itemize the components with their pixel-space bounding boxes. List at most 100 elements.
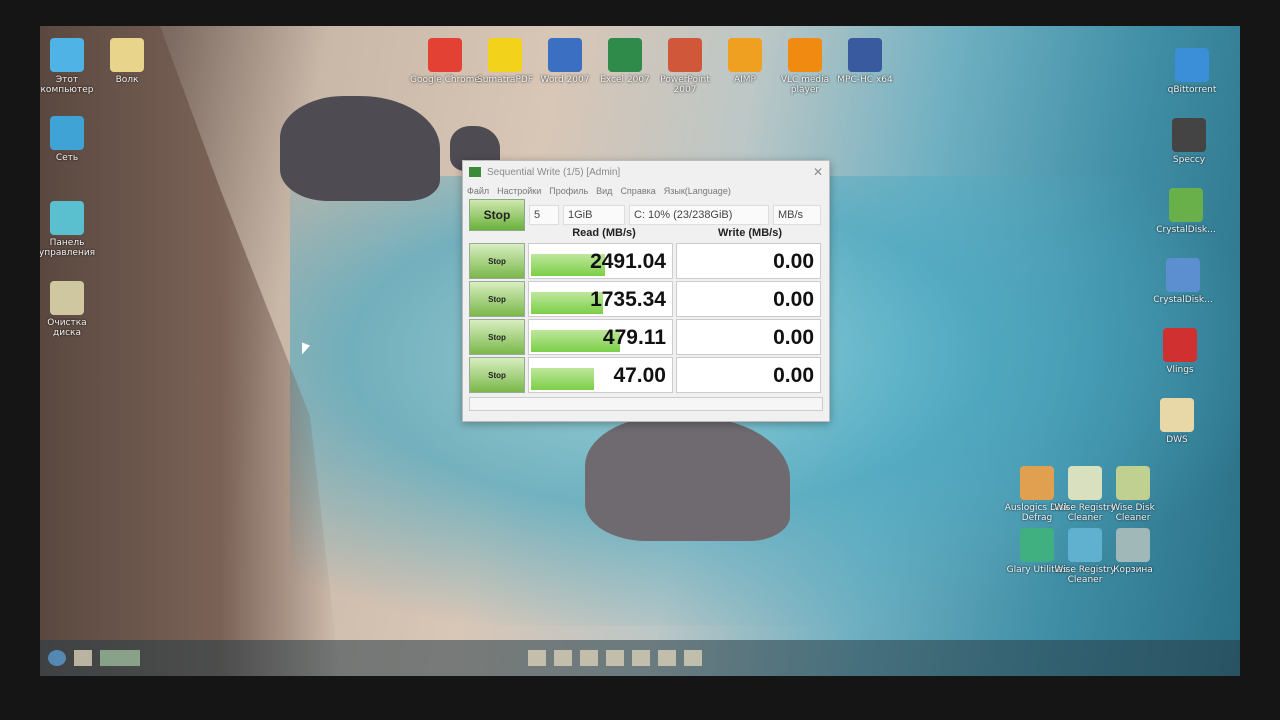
- desktop-icon[interactable]: qBittorrent: [1157, 48, 1227, 95]
- size-select[interactable]: 1GiB: [563, 205, 625, 225]
- app-icon: [50, 116, 84, 150]
- result-row: Stop 47.00 0.00: [463, 357, 829, 393]
- read-result: 1735.34: [528, 281, 673, 317]
- app-icon: [1020, 528, 1054, 562]
- app-icon: [50, 201, 84, 235]
- desktop-icon-label: Очистка диска: [47, 318, 87, 338]
- read-progress-bar: [531, 368, 594, 390]
- app-icon: [1068, 466, 1102, 500]
- desktop-icon[interactable]: MPC-HC x64: [830, 38, 900, 85]
- stop-button[interactable]: Stop: [469, 319, 525, 355]
- desktop-icon[interactable]: Speccy: [1154, 118, 1224, 165]
- menu-language[interactable]: Язык(Language): [664, 186, 731, 196]
- write-value: 0.00: [773, 364, 814, 387]
- title-bar: Sequential Write (1/5) [Admin] ✕: [463, 161, 829, 183]
- app-icon: [668, 38, 702, 72]
- write-result: 0.00: [676, 357, 821, 393]
- menu-file[interactable]: Файл: [467, 186, 489, 196]
- taskbar-folder-icon[interactable]: [684, 650, 702, 666]
- write-value: 0.00: [773, 326, 814, 349]
- taskbar-folder-icon[interactable]: [606, 650, 624, 666]
- desktop-icon-label: Wise Disk Cleaner: [1111, 503, 1155, 523]
- app-icon: [1116, 466, 1150, 500]
- write-result: 0.00: [676, 243, 821, 279]
- desktop-icon[interactable]: Волк: [92, 38, 162, 85]
- desktop-icon[interactable]: Очистка диска: [40, 281, 102, 338]
- taskbar-folder-icon[interactable]: [658, 650, 676, 666]
- app-icon: [1175, 48, 1209, 82]
- crystaldiskmark-window: Sequential Write (1/5) [Admin] ✕ Файл На…: [462, 160, 830, 422]
- app-icon: [728, 38, 762, 72]
- taskbar-app-icon[interactable]: [74, 650, 92, 666]
- start-button[interactable]: [48, 650, 66, 666]
- wallpaper-rock: [280, 96, 440, 201]
- read-result: 479.11: [528, 319, 673, 355]
- taskbar-quicklaunch: [520, 650, 702, 666]
- app-icon: [1068, 528, 1102, 562]
- desktop-icon-label: MPC-HC x64: [837, 75, 893, 85]
- desktop-icon[interactable]: Сеть: [40, 116, 102, 163]
- read-value: 1735.34: [590, 288, 666, 311]
- desktop-icon-label: Vlings: [1166, 365, 1194, 375]
- stop-button[interactable]: Stop: [469, 357, 525, 393]
- taskbar: [40, 640, 1240, 676]
- read-value: 47.00: [613, 364, 666, 387]
- desktop-icon[interactable]: Панель управления: [40, 201, 102, 258]
- app-icon: [1020, 466, 1054, 500]
- close-button[interactable]: ✕: [813, 165, 823, 179]
- read-value: 2491.04: [590, 250, 666, 273]
- desktop-icon-label: qBittorrent: [1167, 85, 1217, 95]
- app-icon: [548, 38, 582, 72]
- app-icon: [788, 38, 822, 72]
- menu-help[interactable]: Справка: [620, 186, 655, 196]
- wallpaper-rock: [585, 416, 790, 541]
- write-result: 0.00: [676, 319, 821, 355]
- taskbar-crystaldiskmark[interactable]: [100, 650, 140, 666]
- app-icon: [1169, 188, 1203, 222]
- taskbar-folder-icon[interactable]: [554, 650, 572, 666]
- count-select[interactable]: 5: [529, 205, 559, 225]
- unit-select[interactable]: MB/s: [773, 205, 821, 225]
- write-value: 0.00: [773, 288, 814, 311]
- menu-settings[interactable]: Настройки: [497, 186, 541, 196]
- stop-button[interactable]: Stop: [469, 281, 525, 317]
- app-icon: [50, 38, 84, 72]
- app-icon: [1116, 528, 1150, 562]
- app-icon: [50, 281, 84, 315]
- write-value: 0.00: [773, 250, 814, 273]
- write-result: 0.00: [676, 281, 821, 317]
- app-icon: [1172, 118, 1206, 152]
- desktop-icon-label: DWS: [1166, 435, 1188, 445]
- drive-select[interactable]: C: 10% (23/238GiB): [629, 205, 769, 225]
- desktop-icon[interactable]: CrystalDisk...: [1151, 188, 1221, 235]
- desktop: Этот компьютер Волк Сеть Панель управления О…: [40, 26, 1240, 676]
- desktop-icon[interactable]: Корзина: [1098, 528, 1168, 575]
- write-header: Write (MB/s): [718, 227, 782, 239]
- result-row: Stop 1735.34 0.00: [463, 281, 829, 317]
- read-result: 47.00: [528, 357, 673, 393]
- read-value: 479.11: [602, 326, 666, 349]
- app-icon: [488, 38, 522, 72]
- app-icon: [469, 167, 481, 177]
- desktop-icon[interactable]: DWS: [1142, 398, 1212, 445]
- taskbar-folder-icon[interactable]: [528, 650, 546, 666]
- stop-button[interactable]: Stop: [469, 243, 525, 279]
- window-title: Sequential Write (1/5) [Admin]: [487, 166, 621, 178]
- desktop-icon[interactable]: Wise Disk Cleaner: [1098, 466, 1168, 523]
- app-icon: [1160, 398, 1194, 432]
- desktop-icon-label: Волк: [115, 75, 139, 85]
- app-icon: [428, 38, 462, 72]
- read-result: 2491.04: [528, 243, 673, 279]
- desktop-icon-label: Сеть: [55, 153, 79, 163]
- result-row: Stop 2491.04 0.00: [463, 243, 829, 279]
- menu-profile[interactable]: Профиль: [549, 186, 588, 196]
- desktop-icon[interactable]: Vlings: [1145, 328, 1215, 375]
- status-bar: [469, 397, 823, 411]
- menu-view[interactable]: Вид: [596, 186, 612, 196]
- taskbar-folder-icon[interactable]: [580, 650, 598, 666]
- desktop-icon[interactable]: CrystalDisk...: [1148, 258, 1218, 305]
- taskbar-folder-icon[interactable]: [632, 650, 650, 666]
- stop-all-button[interactable]: Stop: [469, 199, 525, 231]
- app-icon: [110, 38, 144, 72]
- app-icon: [1166, 258, 1200, 292]
